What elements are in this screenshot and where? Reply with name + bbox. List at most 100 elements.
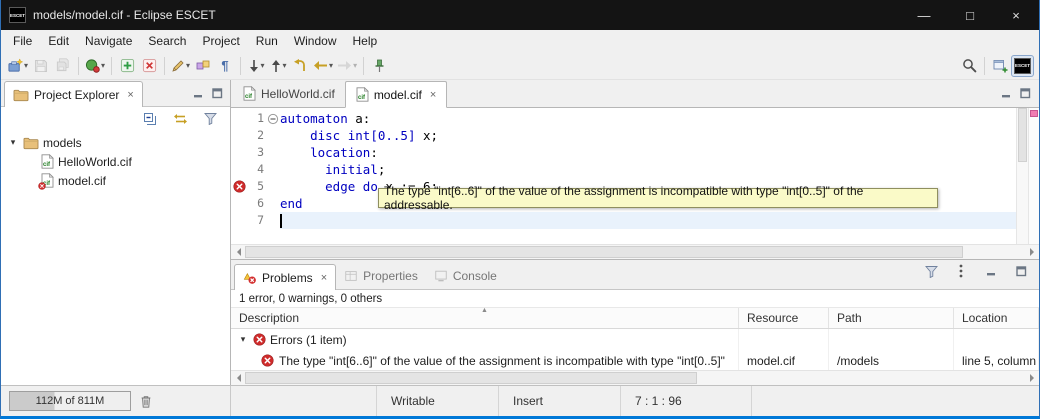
problems-error-row[interactable]: The type "int[6..6]" of the value of the… bbox=[231, 350, 1039, 370]
problems-group-row[interactable]: ▾ Errors (1 item) bbox=[231, 329, 1039, 350]
overview-annotation-marker[interactable] bbox=[1030, 110, 1038, 117]
twistie-expanded-icon[interactable]: ▾ bbox=[237, 334, 249, 345]
minimize-view-icon[interactable] bbox=[193, 88, 204, 99]
view-menu-button[interactable] bbox=[950, 260, 972, 282]
code-line-1[interactable]: 1automaton a: bbox=[231, 110, 1016, 127]
menu-navigate[interactable]: Navigate bbox=[77, 32, 140, 50]
cif-file-error-icon: cif bbox=[41, 173, 54, 188]
maximize-window-button[interactable]: □ bbox=[947, 0, 993, 30]
problems-horizontal-scrollbar[interactable] bbox=[231, 370, 1039, 385]
window-title: models/model.cif - Eclipse ESCET bbox=[33, 8, 216, 22]
close-tab-icon[interactable]: × bbox=[430, 89, 436, 101]
remove-button[interactable] bbox=[138, 55, 160, 77]
tab-problems[interactable]: Problems× bbox=[234, 264, 336, 290]
group-row-label: Errors (1 item) bbox=[270, 333, 347, 347]
cell-resource: model.cif bbox=[739, 350, 829, 370]
minimize-button[interactable] bbox=[980, 260, 1002, 282]
scroll-right-button[interactable] bbox=[1025, 245, 1039, 259]
tree-item-model.cif[interactable]: cifmodel.cif bbox=[1, 171, 230, 190]
menu-window[interactable]: Window bbox=[286, 32, 345, 50]
menu-project[interactable]: Project bbox=[194, 32, 247, 50]
insert-mode-status: Insert bbox=[498, 386, 620, 416]
close-view-icon[interactable]: × bbox=[127, 89, 133, 101]
toolbar-separator bbox=[111, 57, 112, 75]
tab-project-explorer[interactable]: Project Explorer × bbox=[4, 81, 143, 107]
next-annotation-button[interactable]: ▾ bbox=[245, 55, 267, 77]
twistie-expanded-icon[interactable]: ▾ bbox=[7, 137, 19, 148]
tab-properties[interactable]: Properties bbox=[336, 263, 426, 289]
code-line-7[interactable]: 7 bbox=[231, 212, 1016, 229]
apply-tool-button[interactable]: ▾ bbox=[83, 55, 107, 77]
save-button[interactable] bbox=[30, 55, 52, 77]
open-perspective-button[interactable] bbox=[989, 55, 1011, 77]
fold-collapse-icon[interactable] bbox=[266, 113, 280, 125]
maximize-button[interactable] bbox=[1010, 260, 1032, 282]
writable-status: Writable bbox=[376, 386, 498, 416]
tab-label: Console bbox=[453, 269, 497, 283]
scrollbar-track[interactable] bbox=[245, 245, 1025, 259]
overview-ruler[interactable] bbox=[1028, 108, 1039, 244]
toolbar-separator bbox=[240, 57, 241, 75]
svg-text:cif: cif bbox=[43, 162, 51, 168]
close-window-button[interactable]: × bbox=[993, 0, 1039, 30]
code-line-4[interactable]: 4 initial; bbox=[231, 161, 1016, 178]
editor-horizontal-scrollbar[interactable] bbox=[231, 244, 1039, 259]
tree-item-label: models bbox=[43, 136, 82, 150]
editor-view-controls bbox=[1001, 88, 1039, 107]
collapse-all-button[interactable] bbox=[139, 108, 161, 130]
toolbar-separator bbox=[363, 57, 364, 75]
code-editor[interactable]: 1automaton a:2 disc int[0..5] x;3 locati… bbox=[231, 108, 1039, 244]
scrollbar-thumb[interactable] bbox=[1018, 108, 1027, 162]
maximize-view-icon[interactable] bbox=[212, 88, 223, 99]
editor-tab-helloworld.cif[interactable]: cifHelloWorld.cif bbox=[233, 80, 345, 107]
previous-annotation-button[interactable]: ▾ bbox=[267, 55, 289, 77]
cell-path: /models bbox=[829, 350, 954, 370]
scrollbar-track[interactable] bbox=[245, 371, 1025, 385]
code-line-3[interactable]: 3 location: bbox=[231, 144, 1016, 161]
menu-run[interactable]: Run bbox=[248, 32, 286, 50]
code-line-2[interactable]: 2 disc int[0..5] x; bbox=[231, 127, 1016, 144]
folder-icon bbox=[23, 136, 39, 150]
show-whitespace-button[interactable]: ¶ bbox=[214, 55, 236, 77]
menu-file[interactable]: File bbox=[5, 32, 40, 50]
save-all-button[interactable] bbox=[52, 55, 74, 77]
edit-wand-button[interactable]: ▾ bbox=[169, 55, 192, 77]
line-number: 5 bbox=[248, 178, 266, 195]
editor-tab-model.cif[interactable]: cifmodel.cif× bbox=[345, 81, 447, 108]
back-button[interactable]: ▾ bbox=[311, 55, 335, 77]
run-garbage-collector-button[interactable] bbox=[139, 394, 153, 409]
column-header-resource[interactable]: Resource bbox=[739, 308, 829, 328]
scroll-right-button[interactable] bbox=[1025, 371, 1039, 385]
cell-description: The type "int[6..6]" of the value of the… bbox=[231, 350, 739, 370]
column-header-location[interactable]: Location bbox=[954, 308, 1039, 328]
scroll-left-button[interactable] bbox=[231, 245, 245, 259]
code-area[interactable]: 1automaton a:2 disc int[0..5] x;3 locati… bbox=[231, 108, 1016, 244]
scrollbar-thumb[interactable] bbox=[245, 372, 697, 384]
tree-item-helloworld.cif[interactable]: cifHelloWorld.cif bbox=[1, 152, 230, 171]
maximize-view-icon[interactable] bbox=[1020, 88, 1031, 99]
minimize-window-button[interactable]: — bbox=[901, 0, 947, 30]
menu-edit[interactable]: Edit bbox=[40, 32, 77, 50]
escet-perspective-button[interactable]: ESCET bbox=[1011, 55, 1034, 77]
close-view-icon[interactable]: × bbox=[321, 272, 327, 284]
tab-console[interactable]: Console bbox=[426, 263, 505, 289]
explorer-view-controls bbox=[193, 88, 230, 106]
new-wizard-button[interactable]: ▾ bbox=[6, 55, 30, 77]
filter-button[interactable] bbox=[199, 108, 221, 130]
minimize-view-icon[interactable] bbox=[1001, 88, 1012, 99]
menu-help[interactable]: Help bbox=[345, 32, 386, 50]
forward-button[interactable]: ▾ bbox=[335, 55, 359, 77]
tree-item-models[interactable]: ▾ models bbox=[1, 133, 230, 152]
column-header-path[interactable]: Path bbox=[829, 308, 954, 328]
filter-button[interactable] bbox=[920, 260, 942, 282]
editor-vertical-scrollbar[interactable] bbox=[1016, 108, 1028, 244]
search-button[interactable] bbox=[958, 55, 980, 77]
menu-search[interactable]: Search bbox=[140, 32, 194, 50]
scroll-left-button[interactable] bbox=[231, 371, 245, 385]
new-file-button[interactable] bbox=[116, 55, 138, 77]
last-edit-location-button[interactable] bbox=[289, 55, 311, 77]
link-with-editor-button[interactable] bbox=[169, 108, 191, 130]
scrollbar-thumb[interactable] bbox=[245, 246, 963, 258]
pin-editor-button[interactable] bbox=[368, 55, 390, 77]
open-element-button[interactable] bbox=[192, 55, 214, 77]
